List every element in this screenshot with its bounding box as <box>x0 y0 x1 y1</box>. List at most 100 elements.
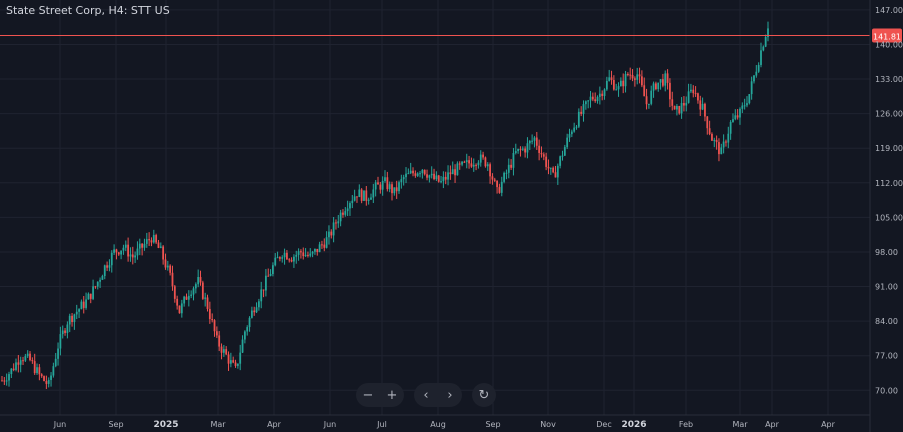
candle-body <box>545 156 548 167</box>
candle-body <box>222 349 225 353</box>
candle-body <box>692 89 695 94</box>
candle-body <box>732 119 734 122</box>
candle-body <box>127 244 130 257</box>
candle-body <box>276 257 279 259</box>
candle-body <box>349 203 351 209</box>
time-tick-label: 2026 <box>621 420 646 430</box>
candle-body <box>61 330 64 335</box>
candle-body <box>631 74 634 79</box>
candle-body <box>288 259 291 261</box>
candle-body <box>608 77 611 81</box>
candle-body <box>552 167 555 173</box>
candle-body <box>706 116 709 129</box>
zoom-in-button[interactable]: + <box>380 383 404 407</box>
candle-body <box>657 82 660 90</box>
candle-body <box>547 166 550 169</box>
time-tick-label: Jun <box>53 420 67 429</box>
candle-body <box>662 79 664 86</box>
chart-background <box>0 0 903 432</box>
candle-body <box>678 105 681 114</box>
zoom-out-button[interactable]: − <box>356 383 380 407</box>
candle-body <box>314 248 316 252</box>
candle-body <box>363 190 365 201</box>
candle-body <box>73 314 76 323</box>
candle-body <box>78 309 80 312</box>
candle-body <box>166 265 169 268</box>
candle-body <box>33 361 36 374</box>
candle-body <box>659 79 662 83</box>
candle-body <box>584 101 587 105</box>
candle-body <box>52 366 55 376</box>
candle-body <box>528 141 531 144</box>
candle-body <box>580 111 583 114</box>
candle-body <box>542 154 545 157</box>
candle-body <box>87 293 90 300</box>
price-chart[interactable]: 141.81 70.0077.0084.0091.0098.00105.0011… <box>0 0 903 432</box>
candle-body <box>250 310 253 318</box>
candle-body <box>176 298 179 306</box>
candle-body <box>540 152 543 155</box>
candle-body <box>589 96 592 101</box>
candle-body <box>269 273 272 276</box>
candle-body <box>169 265 172 273</box>
candle-body <box>339 212 342 222</box>
candle-body <box>575 126 578 128</box>
candle-body <box>640 76 643 86</box>
candle-body <box>31 360 34 362</box>
candle-body <box>503 172 506 182</box>
candle-body <box>346 208 349 212</box>
candle-body <box>190 294 193 296</box>
candle-body <box>85 299 87 308</box>
scroll-left-button[interactable]: ‹ <box>414 383 438 407</box>
candle-body <box>729 121 732 134</box>
candle-body <box>419 173 421 175</box>
candle-body <box>559 156 562 166</box>
candle-body <box>458 163 461 165</box>
price-tick-label: 140.00 <box>875 40 903 49</box>
candle-body <box>526 143 529 153</box>
time-tick-label: Sep <box>108 420 123 429</box>
candle-body <box>201 282 204 299</box>
candle-body <box>447 172 449 180</box>
candle-body <box>587 100 590 102</box>
reset-chart-button[interactable]: ↻ <box>472 383 496 407</box>
candle-body <box>26 353 29 357</box>
candle-body <box>318 244 321 253</box>
candle-body <box>232 360 235 363</box>
candle-body <box>99 279 101 282</box>
candle-body <box>442 176 445 182</box>
candle-body <box>66 324 69 333</box>
price-tick-label: 105.00 <box>875 213 903 222</box>
candle-body <box>498 187 501 193</box>
scroll-right-button[interactable]: › <box>438 383 462 407</box>
candle-body <box>472 164 475 167</box>
candle-body <box>164 259 167 268</box>
candle-body <box>629 74 632 76</box>
candle-body <box>386 177 389 190</box>
candle-body <box>12 368 15 370</box>
price-tick-label: 133.00 <box>875 75 903 84</box>
candle-body <box>379 184 382 190</box>
candle-body <box>715 139 718 143</box>
candle-body <box>615 89 618 91</box>
candle-body <box>286 252 288 260</box>
candle-body <box>215 331 218 336</box>
candle-body <box>690 89 692 92</box>
candle-body <box>89 293 92 299</box>
candle-body <box>302 252 305 257</box>
candle-body <box>596 96 599 102</box>
candle-body <box>538 145 541 153</box>
candle-body <box>225 349 228 355</box>
time-tick-label: Aug <box>430 420 446 429</box>
candle-body <box>311 251 314 254</box>
candle-body <box>113 249 115 253</box>
candle-body <box>218 335 221 347</box>
candle-body <box>145 239 148 244</box>
candle-body <box>3 380 6 382</box>
price-tick-label: 84.00 <box>875 317 898 326</box>
candle-body <box>138 243 141 249</box>
price-tick-label: 70.00 <box>875 386 898 395</box>
candle-body <box>435 175 438 180</box>
candle-body <box>321 244 323 246</box>
candle-body <box>148 239 151 241</box>
